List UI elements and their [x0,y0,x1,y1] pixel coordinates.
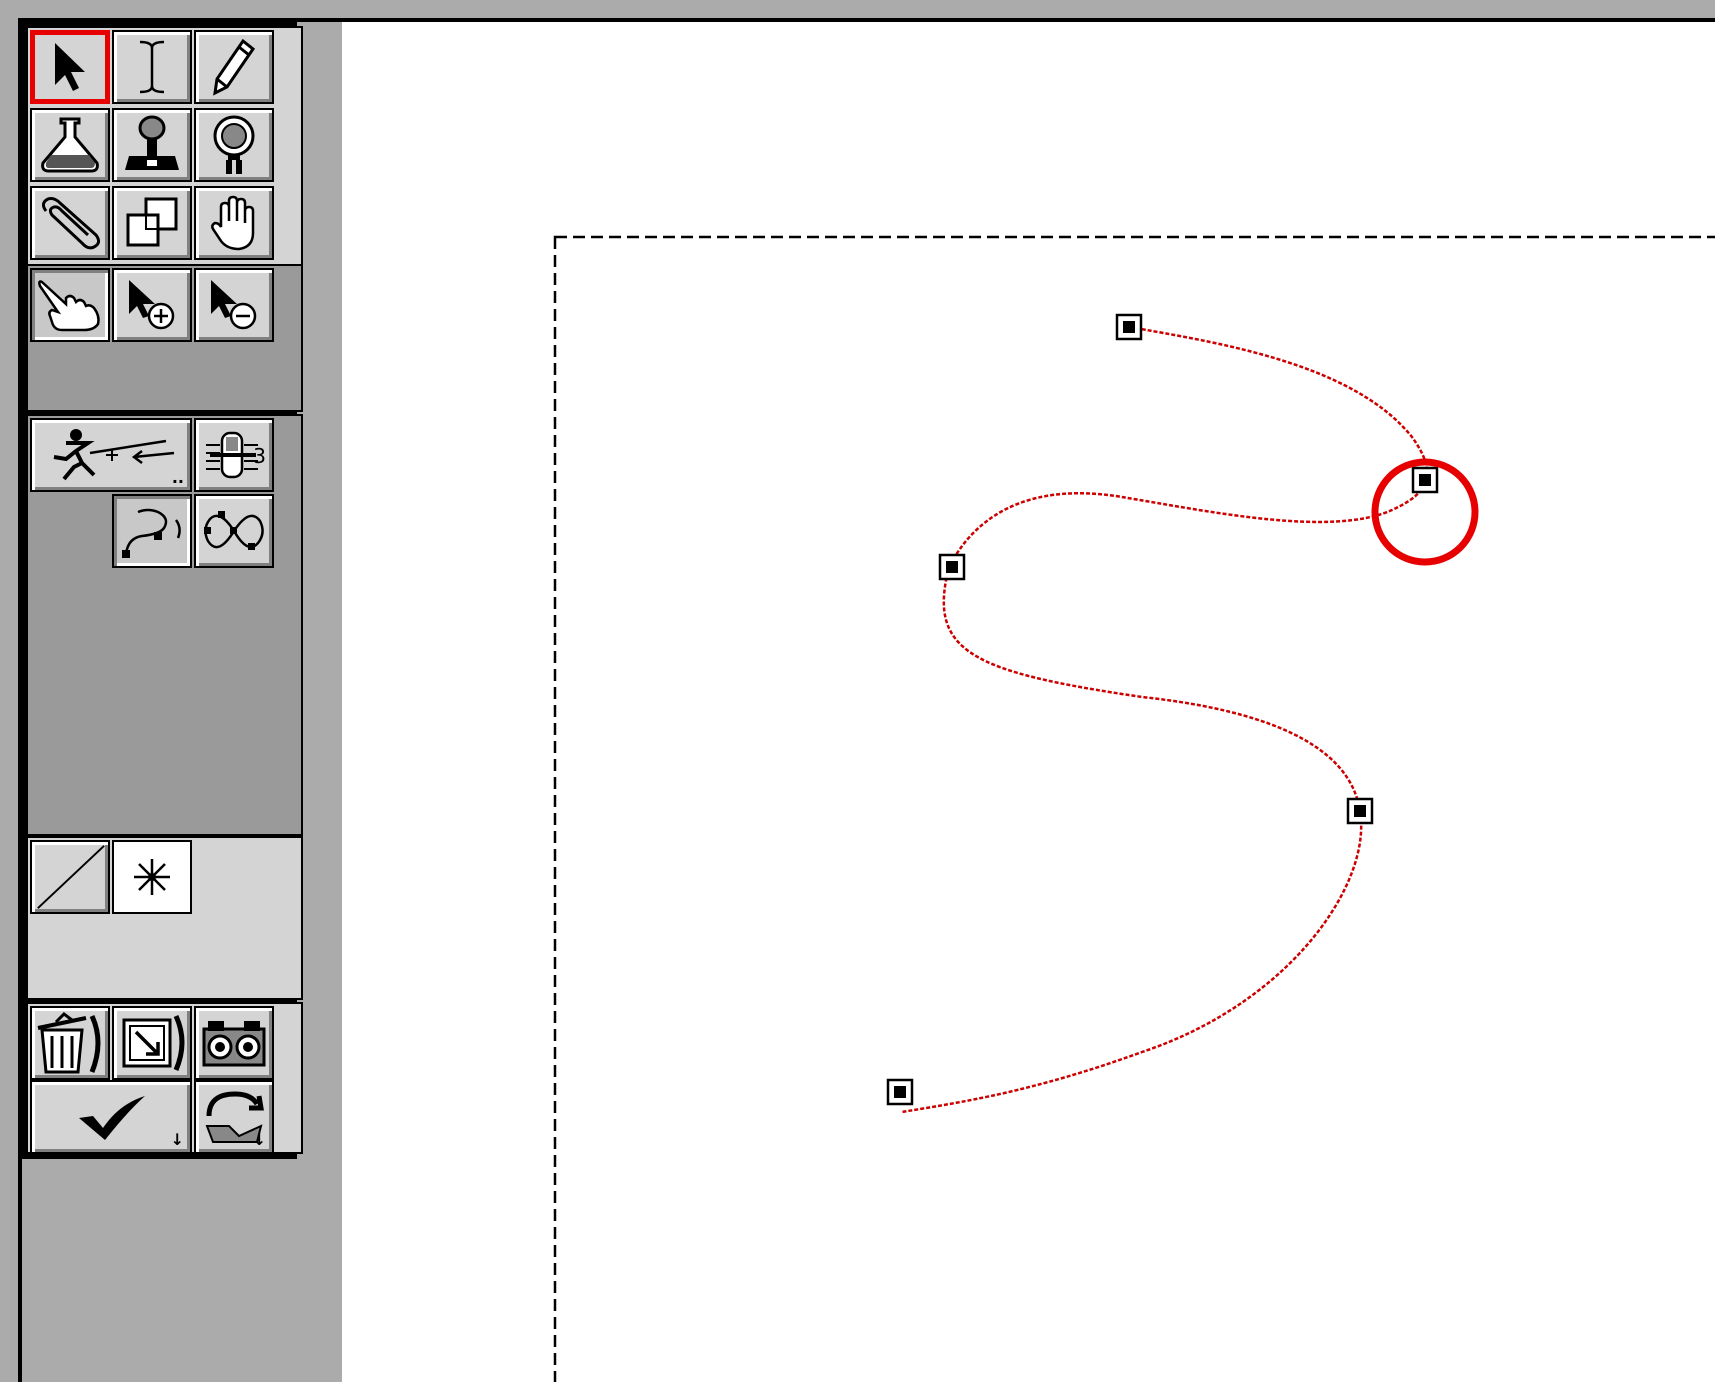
pencil-icon [213,38,256,96]
path-anchor-1[interactable] [1115,313,1143,341]
camera-icon [202,1021,266,1067]
checkmark-icon [79,1096,145,1140]
camera-tool-button[interactable] [194,1006,274,1080]
spray-can-icon [213,115,255,174]
line-tool-button[interactable] [30,840,110,914]
paperclip-icon [41,197,101,250]
trash-tool-button[interactable] [30,1006,110,1080]
text-tool-button[interactable] [112,30,192,104]
submenu-indicator: ↓ [252,1130,266,1149]
frame-counter-label: 3 [253,444,266,468]
add-point-tool-button[interactable] [112,268,192,342]
hand-tool-button[interactable] [194,186,274,260]
sparkle-icon [134,859,170,895]
stamp-tool-button[interactable] [112,108,192,182]
rubber-stamp-icon [125,115,179,170]
redo-tool-button[interactable]: ↓ [194,1080,274,1154]
toolbox-palette: .. 3 ↓ ↓ [18,18,303,1159]
i-beam-icon [139,40,165,94]
window-top-bar [0,0,1715,18]
paint-tool-button[interactable] [30,108,110,182]
path-anchor-3[interactable] [938,553,966,581]
running-man-icon [53,429,175,481]
path-anchor-5[interactable] [886,1078,914,1106]
import-tool-button[interactable] [112,1006,192,1080]
line-tools-section [26,836,303,1000]
motion-path[interactable] [901,325,1429,1114]
submenu-indicator: .. [171,468,184,487]
submenu-indicator: ↓ [170,1130,184,1149]
overlapping-squares-icon [126,197,178,247]
hand-icon [211,195,255,251]
paint-bottle-icon [41,117,99,173]
animate-path-tool-button[interactable]: .. [30,418,192,492]
remove-point-tool-button[interactable] [194,268,274,342]
pencil-tool-button[interactable] [194,30,274,104]
path-anchor-4[interactable] [1346,797,1374,825]
frame-counter-tool-button[interactable]: 3 [194,418,274,492]
arrow-minus-icon [211,280,257,330]
stage-boundary [553,235,1715,1382]
import-icon [122,1014,185,1071]
pointing-hand-icon [38,280,100,332]
arrow-plus-icon [129,280,175,330]
open-curve-tool-button[interactable] [112,494,192,568]
canvas-area[interactable] [342,22,1715,1382]
path-anchor-2[interactable] [1411,466,1439,494]
arrow-pointer-icon [55,43,85,91]
clip-tool-button[interactable] [30,186,110,260]
layers-tool-button[interactable] [112,186,192,260]
path-edit-tool-button[interactable] [30,268,110,342]
open-curve-icon [122,508,181,558]
main-tools-section [26,26,303,271]
action-tools-section: ↓ ↓ [26,1002,303,1154]
sparkle-tool-button[interactable] [112,840,192,914]
closed-loop-icon [204,511,264,550]
closed-curve-tool-button[interactable] [194,494,274,568]
accept-tool-button[interactable]: ↓ [30,1080,192,1154]
trash-can-icon [37,1012,101,1074]
spray-tool-button[interactable] [194,108,274,182]
diagonal-line-icon [37,845,105,909]
arrow-tool-button[interactable] [30,30,110,104]
stage-svg[interactable] [342,22,1715,1382]
motion-section: .. 3 [26,414,303,836]
path-edit-section [26,264,303,412]
